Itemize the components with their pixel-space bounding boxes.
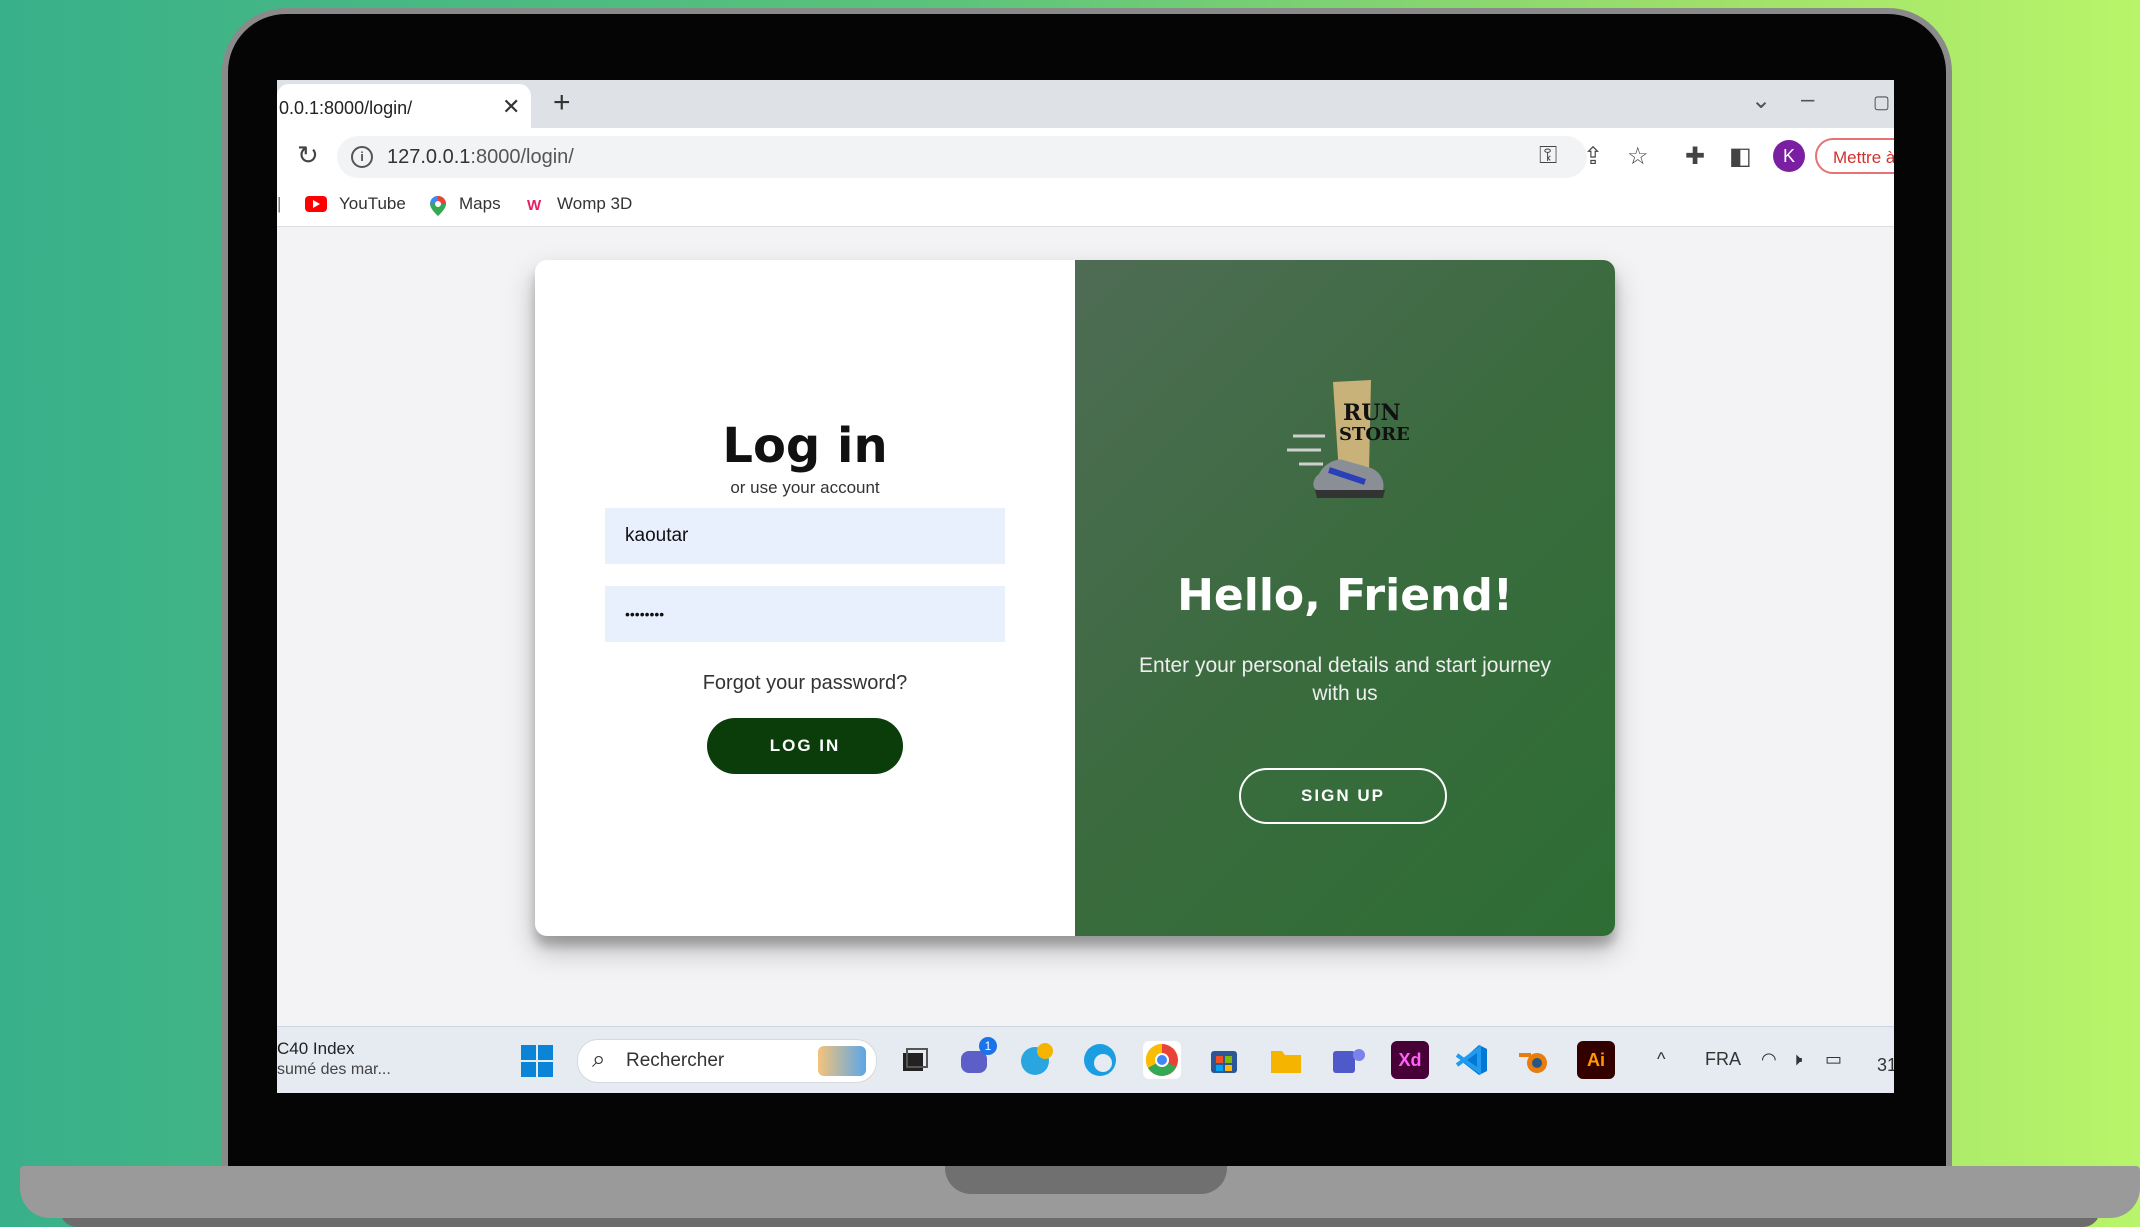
language-indicator[interactable]: FRA <box>1705 1049 1741 1070</box>
bookmark-womp-3d[interactable]: Womp 3D <box>557 194 632 214</box>
minimize-icon[interactable]: – <box>1801 86 1814 114</box>
address-bar[interactable]: i 127.0.0.1:8000/login/ <box>337 136 1587 178</box>
bookmark-youtube[interactable]: YouTube <box>339 194 406 214</box>
url-path: :8000/login/ <box>470 146 574 168</box>
battery-icon[interactable]: ▭ <box>1825 1049 1842 1070</box>
widget-subtitle[interactable]: sumé des mar... <box>277 1061 391 1079</box>
extensions-icon[interactable]: ✚ <box>1685 142 1705 171</box>
youtube-icon <box>305 196 327 212</box>
chevron-up-icon[interactable]: ^ <box>1657 1049 1665 1070</box>
hello-subtitle: Enter your personal details and start jo… <box>1138 654 1552 705</box>
search-highlight-icon <box>818 1046 866 1076</box>
profile-avatar[interactable]: K <box>1773 140 1805 172</box>
vscode-icon[interactable] <box>1453 1041 1491 1079</box>
login-subtitle: or use your account <box>730 478 880 497</box>
bookmark-maps[interactable]: Maps <box>459 194 501 214</box>
adobe-xd-icon[interactable]: Xd <box>1391 1041 1429 1079</box>
url-host: 127.0.0.1 <box>387 146 471 168</box>
update-button[interactable]: Mettre à <box>1815 138 1894 174</box>
tab-search-icon[interactable]: ⌄ <box>1751 86 1771 115</box>
search-placeholder: Rechercher <box>626 1050 725 1071</box>
widget-title[interactable]: C40 Index <box>277 1039 355 1059</box>
url-text: 127.0.0.1:8000/login/ <box>387 146 574 169</box>
search-icon: ⌕ <box>592 1046 606 1073</box>
edge-icon[interactable] <box>1081 1041 1119 1079</box>
volume-muted-icon[interactable]: 🕨 <box>1791 1049 1802 1070</box>
taskbar: C40 Index sumé des mar... ⌕ Rechercher 1… <box>277 1026 1894 1093</box>
login-title: Log in <box>722 418 888 474</box>
wifi-icon[interactable]: ◠ <box>1761 1049 1777 1070</box>
new-tab-button[interactable]: + <box>553 86 571 120</box>
username-input[interactable] <box>605 508 1005 564</box>
reload-icon[interactable]: ↻ <box>297 140 319 171</box>
run-store-logo: RUN STORE <box>1285 378 1410 508</box>
share-icon[interactable]: ⇪ <box>1583 142 1603 171</box>
bookmarks-bar: | YouTube Maps W Womp 3D <box>277 186 1894 227</box>
chrome-icon[interactable] <box>1143 1041 1181 1079</box>
key-icon[interactable]: ⚿ <box>1539 142 1557 170</box>
womp-icon: W <box>527 197 542 214</box>
store-icon[interactable] <box>1205 1041 1243 1079</box>
logo-run-text: RUN <box>1343 400 1401 426</box>
signup-button[interactable]: SIGN UP <box>1239 768 1447 824</box>
copilot-icon[interactable] <box>1019 1041 1057 1079</box>
file-explorer-icon[interactable] <box>1267 1041 1305 1079</box>
illustrator-icon[interactable]: Ai <box>1577 1041 1615 1079</box>
side-panel-icon[interactable]: ◧ <box>1729 142 1752 171</box>
maps-icon <box>429 195 447 222</box>
teams-icon[interactable] <box>1329 1041 1367 1079</box>
password-input[interactable] <box>605 586 1005 642</box>
clock[interactable]: 31 <box>1877 1055 1894 1076</box>
bookmark-separator: | <box>277 194 282 213</box>
laptop-notch <box>945 1166 1227 1194</box>
info-icon[interactable]: i <box>351 146 373 168</box>
hello-title: Hello, Friend! <box>1177 570 1513 621</box>
teams-chat-icon[interactable]: 1 <box>957 1037 997 1079</box>
login-button[interactable]: LOG IN <box>707 718 903 774</box>
blender-icon[interactable] <box>1515 1041 1553 1079</box>
browser-toolbar: ↻ i 127.0.0.1:8000/login/ ⚿ ⇪ ☆ ✚ ◧ K Me… <box>277 128 1894 186</box>
logo-store-text: STORE <box>1339 424 1410 445</box>
restore-icon[interactable]: ▢ <box>1873 92 1890 113</box>
taskbar-search[interactable]: ⌕ Rechercher <box>577 1039 877 1083</box>
task-view-icon[interactable] <box>895 1041 933 1079</box>
tab-bar: 0.0.1:8000/login/ ✕ + ⌄ – ▢ <box>277 80 1894 128</box>
tab-title: 0.0.1:8000/login/ <box>279 98 413 118</box>
windows-start-icon[interactable] <box>521 1045 553 1077</box>
login-card: Log in or use your account Forgot your p… <box>535 260 1615 936</box>
signup-overlay-panel: RUN STORE Hello, Friend! Enter your pers… <box>1075 260 1615 936</box>
forgot-password-link[interactable]: Forgot your password? <box>535 672 1075 695</box>
tab-close-icon[interactable]: ✕ <box>502 94 520 120</box>
browser-tab[interactable]: 0.0.1:8000/login/ ✕ <box>277 84 531 128</box>
screen: 0.0.1:8000/login/ ✕ + ⌄ – ▢ ↻ i 127.0.0.… <box>277 80 1894 1093</box>
star-icon[interactable]: ☆ <box>1627 142 1649 171</box>
notification-badge: 1 <box>979 1037 997 1055</box>
